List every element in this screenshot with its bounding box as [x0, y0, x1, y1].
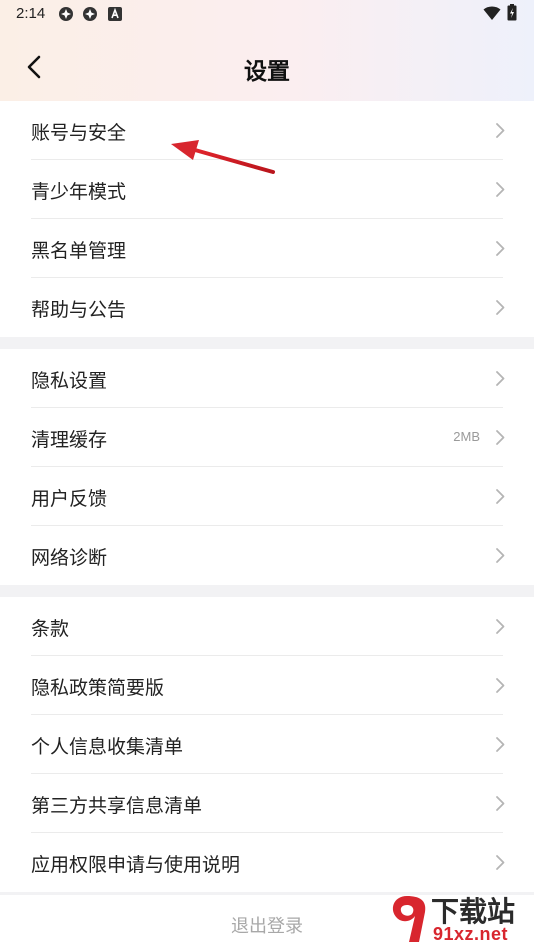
- settings-group-legal: 条款 隐私政策简要版 个人信息收集清单 第三方共享信息清单 应用权限申请与使用说…: [0, 597, 534, 892]
- settings-item-app-permissions[interactable]: 应用权限申请与使用说明: [0, 833, 534, 892]
- settings-item-label: 黑名单管理: [31, 240, 127, 262]
- watermark-site: 91xz.net: [433, 924, 509, 944]
- settings-item-label: 个人信息收集清单: [31, 736, 184, 758]
- watermark-logo: 下载站 91xz.net: [385, 890, 531, 948]
- settings-item-label: 条款: [31, 618, 70, 640]
- settings-item-help-announcements[interactable]: 帮助与公告: [0, 278, 534, 337]
- settings-item-label: 帮助与公告: [31, 299, 127, 321]
- status-bar: 2:14: [0, 0, 534, 28]
- chevron-right-icon: [496, 855, 505, 870]
- chevron-right-icon: [496, 489, 505, 504]
- settings-item-blacklist[interactable]: 黑名单管理: [0, 219, 534, 278]
- app-icon: [59, 7, 73, 21]
- settings-item-label: 网络诊断: [31, 547, 108, 569]
- chevron-right-icon: [496, 123, 505, 138]
- navigation-bar: 设置: [0, 40, 534, 96]
- settings-item-label: 第三方共享信息清单: [31, 795, 203, 817]
- chevron-right-icon: [496, 371, 505, 386]
- settings-item-label: 青少年模式: [31, 181, 127, 203]
- cache-size-value: 2MB: [453, 429, 480, 444]
- chevron-right-icon: [496, 548, 505, 563]
- settings-item-label: 账号与安全: [31, 122, 127, 144]
- settings-item-label: 隐私政策简要版: [31, 677, 165, 699]
- chevron-right-icon: [496, 737, 505, 752]
- settings-item-network-diagnosis[interactable]: 网络诊断: [0, 526, 534, 585]
- settings-item-label: 用户反馈: [31, 488, 108, 510]
- status-time: 2:14: [16, 5, 46, 22]
- chevron-right-icon: [496, 678, 505, 693]
- settings-item-label: 隐私设置: [31, 370, 108, 392]
- settings-item-clear-cache[interactable]: 清理缓存 2MB: [0, 408, 534, 467]
- chevron-right-icon: [496, 300, 505, 315]
- battery-icon: [507, 4, 517, 21]
- chevron-right-icon: [496, 796, 505, 811]
- chevron-right-icon: [496, 182, 505, 197]
- settings-item-privacy-settings[interactable]: 隐私设置: [0, 349, 534, 408]
- settings-item-label: 清理缓存: [31, 429, 108, 451]
- annotation-arrow-icon: [171, 140, 275, 174]
- app-icon: [83, 7, 97, 21]
- chevron-right-icon: [496, 241, 505, 256]
- settings-item-third-party-sharing[interactable]: 第三方共享信息清单: [0, 774, 534, 833]
- wifi-icon: [483, 6, 501, 20]
- page-title: 设置: [244, 59, 290, 85]
- settings-item-user-feedback[interactable]: 用户反馈: [0, 467, 534, 526]
- settings-item-privacy-policy-summary[interactable]: 隐私政策简要版: [0, 656, 534, 715]
- settings-group-privacy: 隐私设置 清理缓存 2MB 用户反馈 网络诊断: [0, 349, 534, 585]
- notification-a-icon: [108, 7, 122, 21]
- settings-item-terms[interactable]: 条款: [0, 597, 534, 656]
- brand-logo-icon: [392, 896, 426, 942]
- settings-item-label: 应用权限申请与使用说明: [31, 854, 241, 876]
- chevron-right-icon: [496, 619, 505, 634]
- chevron-right-icon: [496, 430, 505, 445]
- settings-item-personal-info-list[interactable]: 个人信息收集清单: [0, 715, 534, 774]
